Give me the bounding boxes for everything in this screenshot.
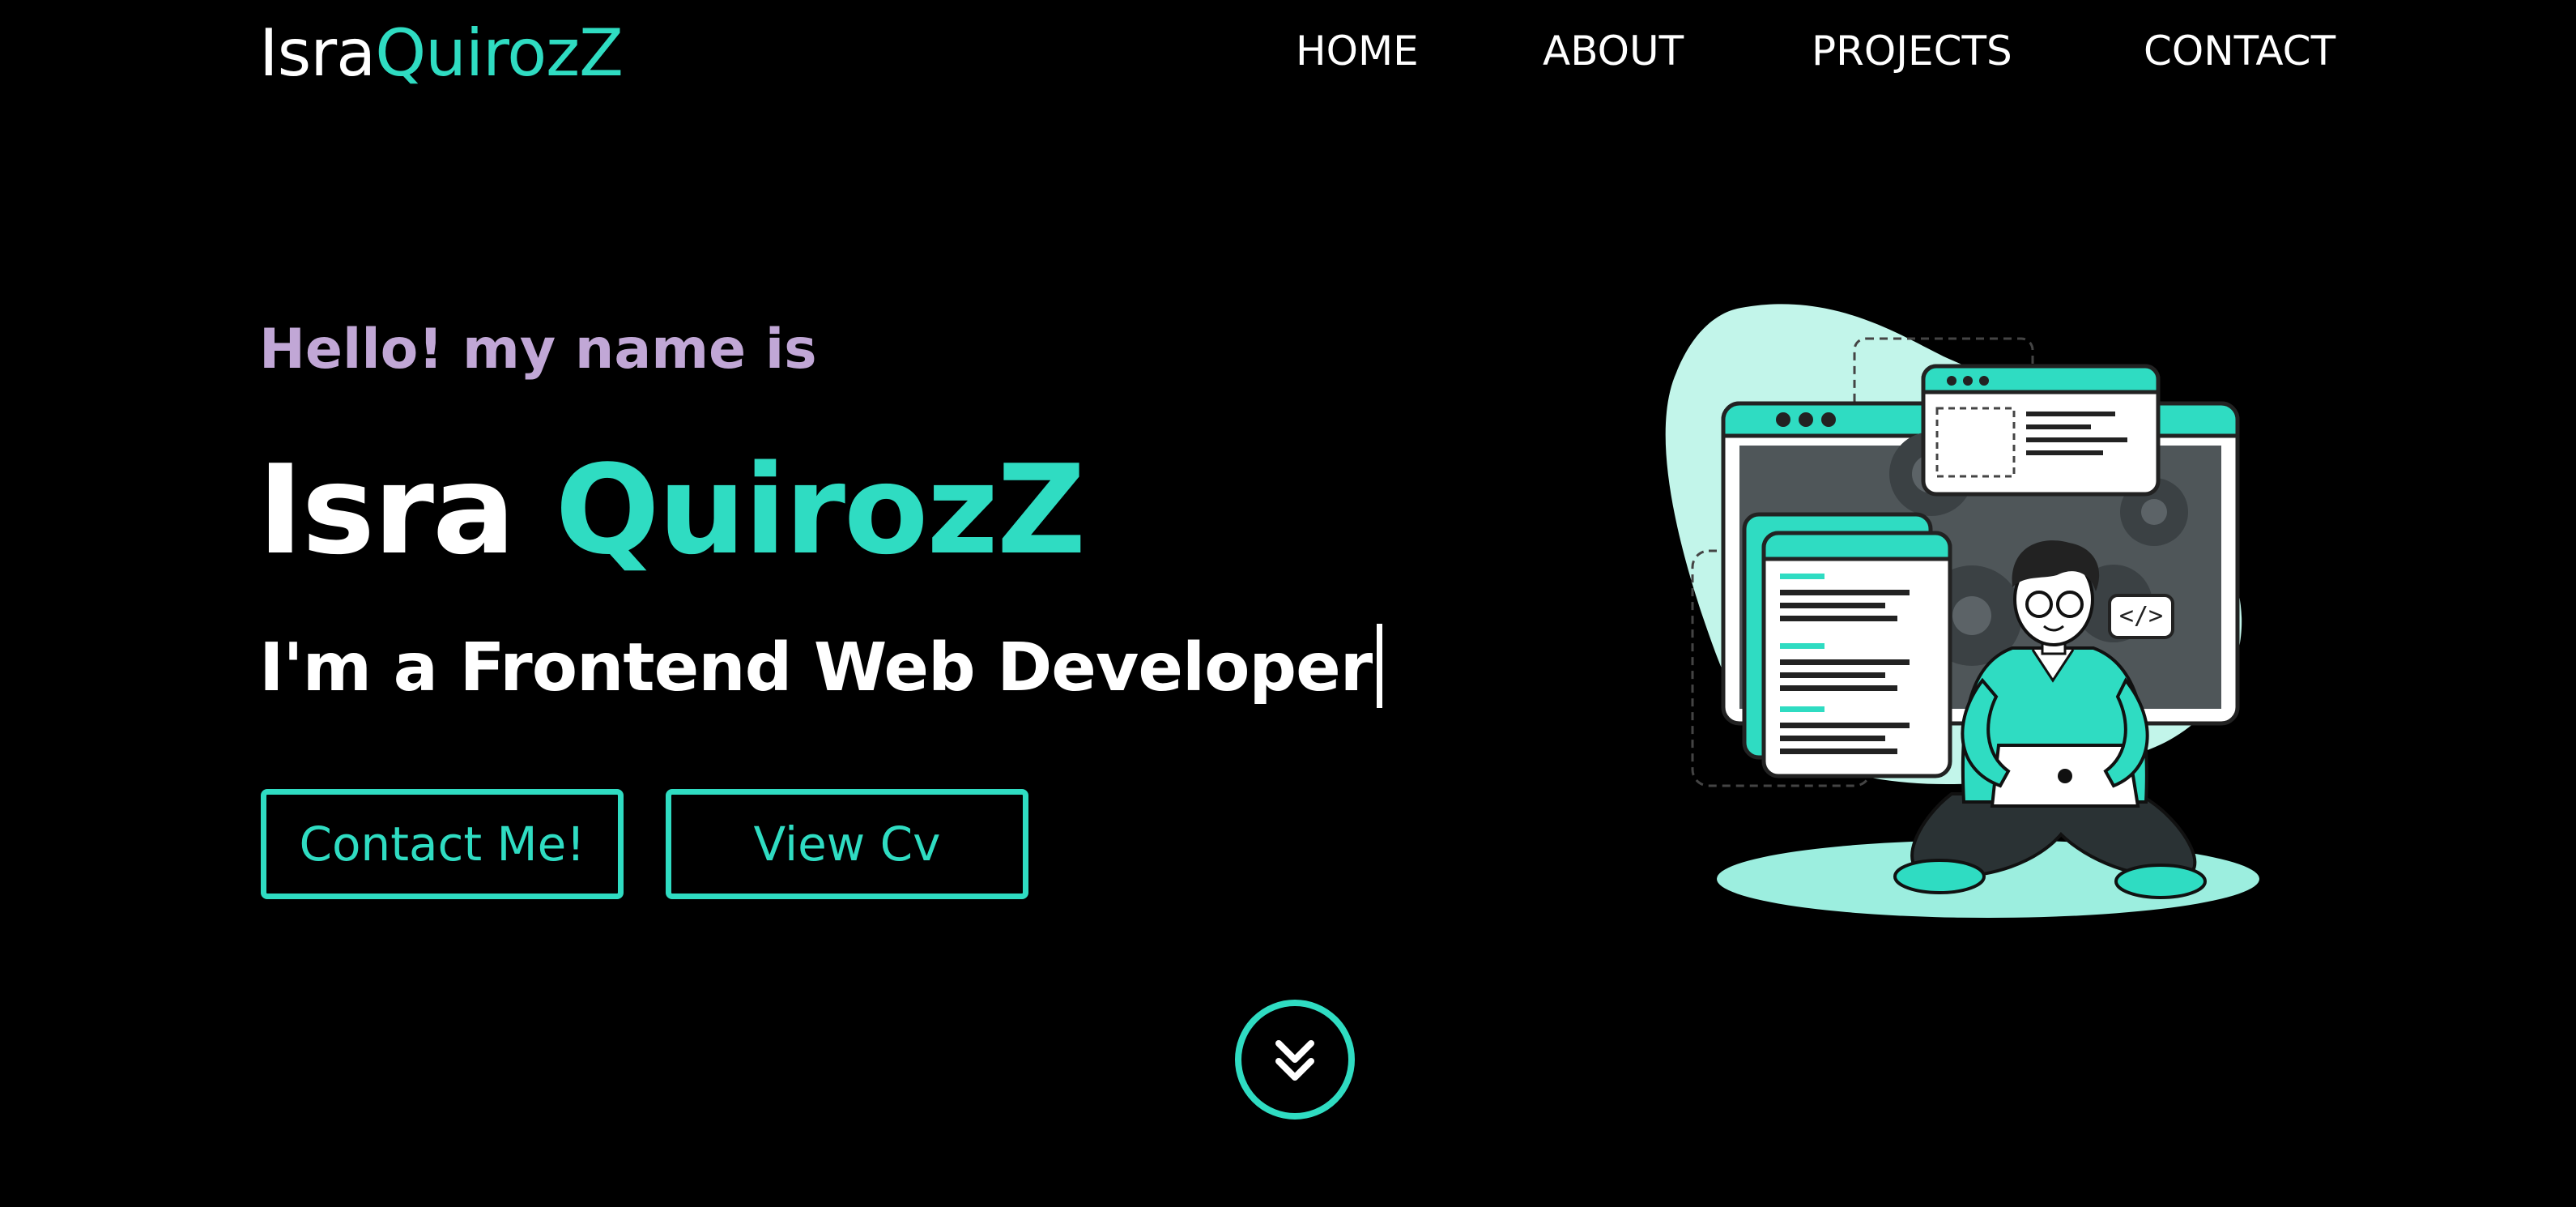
hero-greeting: Hello! my name is (259, 318, 817, 382)
code-tag-label: </> (2119, 602, 2163, 630)
logo[interactable]: IsraQuirozZ (259, 15, 624, 92)
logo-first: Isra (259, 15, 376, 91)
nav-about[interactable]: ABOUT (1543, 23, 1684, 79)
hero-first-name: Isra (258, 438, 516, 582)
nav-contact[interactable]: CONTACT (2144, 23, 2335, 79)
page: IsraQuirozZ HOME ABOUT PROJECTS CONTACT … (0, 0, 2576, 1207)
hero-role-text: I'm a Frontend Web Developer (259, 629, 1373, 706)
developer-illustration: </> (1665, 304, 2259, 918)
hero-name: Isra QuirozZ (258, 438, 1086, 582)
view-cv-button[interactable]: View Cv (666, 789, 1028, 899)
scroll-down-button[interactable] (1235, 1000, 1355, 1120)
hero-role: I'm a Frontend Web Developer (259, 624, 1383, 713)
hero-last-name: QuirozZ (555, 438, 1086, 582)
typing-caret (1377, 624, 1383, 708)
nav-projects[interactable]: PROJECTS (1812, 23, 2012, 79)
contact-me-button[interactable]: Contact Me! (261, 789, 624, 899)
logo-second: QuirozZ (375, 15, 624, 91)
nav-home[interactable]: HOME (1296, 23, 1419, 79)
double-chevron-down-icon (1275, 1040, 1314, 1081)
